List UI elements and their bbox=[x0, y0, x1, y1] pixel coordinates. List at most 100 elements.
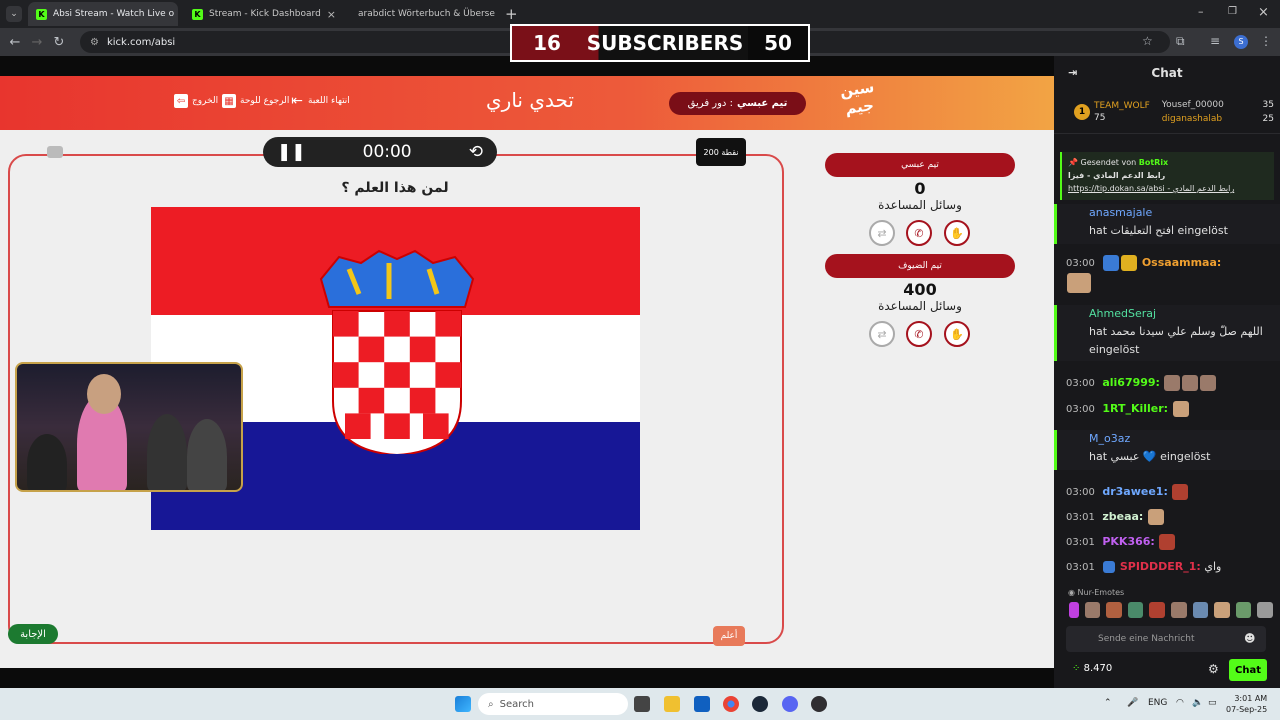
exit-link[interactable]: ⇦ الخروج bbox=[174, 94, 218, 108]
chat-user[interactable]: AhmedSeraj bbox=[1089, 305, 1280, 323]
chat-user[interactable]: 1RT_Killer: bbox=[1102, 402, 1168, 415]
steam-icon[interactable] bbox=[752, 696, 768, 712]
chat-text: hat افتح التعليقات eingelöst bbox=[1089, 224, 1228, 237]
subscriber-goal-overlay: 16 SUBSCRIBERS 50 bbox=[510, 24, 810, 62]
emoji-icon[interactable]: ☻ bbox=[1244, 632, 1255, 645]
chat-time: 03:00 bbox=[1066, 404, 1095, 415]
tab-label: Stream - Kick Dashboard bbox=[209, 9, 321, 19]
emote-bar[interactable] bbox=[1068, 602, 1274, 618]
answer-button[interactable]: الإجابة bbox=[8, 624, 58, 644]
discord-icon[interactable] bbox=[782, 696, 798, 712]
chat-time: 03:01 bbox=[1066, 537, 1095, 548]
chat-settings-icon[interactable]: ⚙ bbox=[1208, 662, 1219, 676]
send-chat-button[interactable]: Chat bbox=[1229, 659, 1267, 681]
leader-user2-count: 25 bbox=[1262, 113, 1274, 124]
tray-chevron-icon[interactable]: ⌃ bbox=[1104, 698, 1112, 708]
back-to-board-link[interactable]: ▦ الرجوع للوحة bbox=[222, 94, 289, 108]
subscriber-count: 16 bbox=[512, 26, 582, 60]
leader-user1: Yousef_00000 bbox=[1161, 99, 1224, 110]
back-icon[interactable]: ← bbox=[4, 35, 26, 50]
exit-label: الخروج bbox=[192, 96, 219, 106]
chat-user[interactable]: PKK366: bbox=[1102, 535, 1154, 548]
exit-icon: ⇦ bbox=[174, 94, 188, 108]
pin-icon: 📌 bbox=[1068, 158, 1078, 167]
team1-swap-aid-icon[interactable]: ⇄ bbox=[869, 220, 895, 246]
chat-message: 03:00 dr3awee1: bbox=[1054, 483, 1280, 502]
settings-icon[interactable] bbox=[47, 146, 63, 158]
chat-user[interactable]: dr3awee1: bbox=[1102, 485, 1168, 498]
team1-hand-aid-icon[interactable]: ✋ bbox=[944, 220, 970, 246]
chat-time: 03:01 bbox=[1066, 512, 1095, 523]
windows-taskbar: ⌕ Search ⌃ 🎤 ENG ◠ 🔈 ▭ 3:01 AM 07-Sep-25 bbox=[0, 688, 1280, 720]
end-game-link[interactable]: ⇤ انتهاء اللعبة bbox=[290, 93, 350, 109]
team2-swap-aid-icon[interactable]: ⇄ bbox=[869, 321, 895, 347]
collapse-chat-icon[interactable]: ⇥ bbox=[1068, 66, 1077, 79]
obs-icon[interactable] bbox=[811, 696, 827, 712]
chat-user[interactable]: M_o3az bbox=[1089, 430, 1280, 448]
extensions-icon[interactable]: ⧉ bbox=[1176, 34, 1185, 49]
chat-user[interactable]: Ossaammaa: bbox=[1142, 256, 1221, 269]
chrome-icon[interactable] bbox=[723, 696, 739, 712]
wifi-icon[interactable]: ◠ bbox=[1176, 698, 1184, 708]
reset-timer-icon[interactable]: ⟲ bbox=[469, 142, 483, 162]
volume-icon[interactable]: 🔈 bbox=[1192, 698, 1203, 708]
team2-call-aid-icon[interactable]: ✆ bbox=[906, 321, 932, 347]
pinned-link[interactable]: https://tip.dokan.sa/absi - رابط الدعم ا… bbox=[1068, 182, 1268, 195]
microphone-icon[interactable]: 🎤 bbox=[1127, 698, 1138, 708]
task-view-icon[interactable] bbox=[634, 696, 650, 712]
forward-icon[interactable]: → bbox=[26, 35, 48, 50]
chat-user[interactable]: anasmajale bbox=[1089, 204, 1280, 222]
leader-team: TEAM_WOLF bbox=[1094, 100, 1150, 111]
language-indicator[interactable]: ENG bbox=[1148, 698, 1167, 708]
chat-user[interactable]: SPIDDDER_1: bbox=[1120, 560, 1201, 573]
pause-icon[interactable]: ❚❚ bbox=[277, 142, 306, 162]
turn-team: تيم عبسي bbox=[736, 98, 788, 109]
know-button[interactable]: أعلم bbox=[713, 626, 745, 646]
bookmark-star-icon[interactable]: ☆ bbox=[1142, 34, 1153, 48]
team2-hand-aid-icon[interactable]: ✋ bbox=[944, 321, 970, 347]
kick-favicon-icon: K bbox=[36, 8, 47, 20]
chat-user[interactable]: zbeaa: bbox=[1102, 510, 1143, 523]
tab-label: arabdict Wörterbuch & Überse bbox=[358, 9, 495, 19]
site-info-icon[interactable]: ⚙ bbox=[90, 37, 99, 48]
minimize-icon[interactable]: – bbox=[1198, 5, 1204, 18]
close-tab-icon[interactable]: × bbox=[327, 8, 336, 21]
taskbar-search[interactable]: ⌕ Search bbox=[478, 693, 628, 715]
turn-label: دور فريق : bbox=[687, 98, 733, 109]
tab-arabdict[interactable]: arabdict Wörterbuch & Überse × bbox=[344, 2, 499, 26]
restore-icon[interactable]: ❐ bbox=[1228, 6, 1237, 17]
chat-message: 03:00 Ossaammaa: bbox=[1054, 254, 1280, 298]
chat-user[interactable]: ali67999: bbox=[1102, 376, 1160, 389]
team2-aids-label: وسائل المساعدة bbox=[878, 299, 962, 313]
windows-start-icon[interactable] bbox=[455, 696, 471, 712]
chat-input[interactable]: Sende eine Nachricht bbox=[1066, 626, 1266, 652]
chat-time: 03:00 bbox=[1066, 378, 1095, 389]
back-to-board-label: الرجوع للوحة bbox=[240, 96, 290, 106]
team1-aids-label: وسائل المساعدة bbox=[878, 198, 962, 212]
game-title: تحدي ناري bbox=[486, 88, 574, 112]
chat-message: 03:01 SPIDDDER_1: واي bbox=[1054, 558, 1280, 577]
profile-avatar[interactable]: S bbox=[1234, 35, 1248, 49]
file-explorer-icon[interactable] bbox=[664, 696, 680, 712]
chat-title: Chat bbox=[1151, 66, 1183, 80]
chat-text: واي bbox=[1204, 560, 1222, 573]
close-window-icon[interactable]: × bbox=[1258, 5, 1269, 20]
tab-absi-stream[interactable]: K Absi Stream - Watch Live o 🔊 × bbox=[28, 2, 178, 26]
chat-leaderboard: 1 TEAM_WOLF 75 Yousef_00000 diganashalab… bbox=[1054, 90, 1280, 134]
tab-search-icon[interactable]: ⌄ bbox=[6, 6, 22, 22]
team1-call-aid-icon[interactable]: ✆ bbox=[906, 220, 932, 246]
pinned-message: 📌 Gesendet von BotRix رابط الدعم المادي … bbox=[1060, 152, 1274, 200]
outlook-icon[interactable] bbox=[694, 696, 710, 712]
points-badge: 200 نقطة bbox=[696, 138, 746, 166]
tab-kick-dashboard[interactable]: K Stream - Kick Dashboard × bbox=[184, 2, 339, 26]
reading-list-icon[interactable]: ≡ bbox=[1210, 34, 1220, 48]
menu-icon[interactable]: ⋮ bbox=[1260, 34, 1272, 48]
taskbar-clock[interactable]: 3:01 AM 07-Sep-25 bbox=[1226, 693, 1267, 715]
new-tab-icon[interactable]: + bbox=[505, 5, 518, 23]
coins-icon: ⁘ bbox=[1072, 663, 1081, 674]
battery-icon[interactable]: ▭ bbox=[1208, 698, 1217, 708]
chat-message: 03:00 1RT_Killer: bbox=[1054, 400, 1280, 419]
chat-time: 03:00 bbox=[1066, 258, 1095, 269]
reload-icon[interactable]: ↻ bbox=[48, 35, 70, 50]
chat-message: AhmedSeraj hat اللهم صلّ وسلم علي سيدنا … bbox=[1054, 305, 1280, 361]
